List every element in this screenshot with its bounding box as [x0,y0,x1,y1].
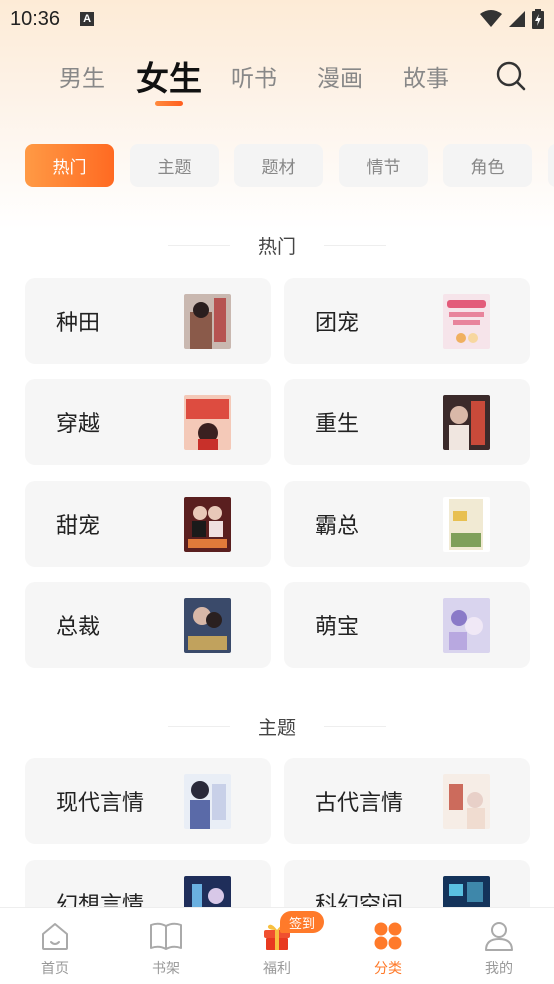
filter-chip-character[interactable]: 角色 [443,144,532,187]
category-card[interactable]: 重生 [284,379,530,465]
filter-chip-hot[interactable]: 热门 [25,144,114,187]
category-label: 甜宠 [56,514,101,539]
section-divider [167,244,230,246]
category-card[interactable]: 甜宠 [25,481,271,567]
section-title-hot: 热门 [0,230,554,260]
battery-icon [532,9,544,29]
category-icon [374,922,402,950]
filter-chip-plot[interactable]: 情节 [339,144,428,187]
signin-badge[interactable]: 签到 [280,911,324,933]
category-card[interactable]: 穿越 [25,379,271,465]
section-divider [324,725,386,727]
category-label: 种田 [56,311,101,336]
nav-rewards-label: 福利 [263,961,291,977]
nav-bookshelf[interactable]: 书架 [111,908,221,984]
category-label: 萌宝 [315,615,360,640]
filter-chips: 热门 主题 题材 情节 角色 [0,144,554,188]
nav-profile[interactable]: 我的 [444,908,554,984]
tab-audiobook[interactable]: 听书 [231,50,277,102]
category-cover [184,497,231,552]
category-label: 古代言情 [315,791,404,816]
category-card[interactable]: 现代言情 [25,758,271,844]
category-card[interactable]: 团宠 [284,278,530,364]
category-cover [443,395,490,450]
nav-category[interactable]: 分类 [333,908,443,984]
category-cover [443,497,490,552]
category-cover [443,294,490,349]
category-label: 总裁 [56,615,101,640]
status-time: 10:36 [10,7,61,30]
category-label: 重生 [315,412,360,437]
nav-home-label: 首页 [41,961,69,977]
filter-chip-theme[interactable]: 主题 [130,144,219,187]
category-cover [184,294,231,349]
profile-icon [485,922,513,951]
nav-category-label: 分类 [374,961,402,977]
filter-chip-more[interactable] [548,144,554,187]
home-icon [42,923,68,950]
search-button[interactable] [495,60,527,92]
signal-icon [509,11,525,27]
category-cover [443,774,490,829]
category-label: 霸总 [315,514,360,539]
category-card[interactable]: 古代言情 [284,758,530,844]
section-divider [324,244,386,246]
nav-profile-label: 我的 [485,961,513,977]
section-title-label: 热门 [257,235,296,258]
category-label: 团宠 [315,311,360,336]
category-cover [184,774,231,829]
bottom-nav: 首页 书架 福利 分类 我的 [0,907,554,984]
search-icon [496,61,526,91]
category-label: 穿越 [56,412,101,437]
category-cover [443,598,490,653]
tab-comics[interactable]: 漫画 [317,50,363,102]
category-card[interactable]: 萌宝 [284,582,530,668]
tab-stories[interactable]: 故事 [403,50,449,102]
book-icon [150,922,182,950]
tab-female[interactable]: 女生 [136,50,202,102]
wifi-icon [480,10,502,27]
category-card[interactable]: 种田 [25,278,271,364]
category-card[interactable]: 霸总 [284,481,530,567]
category-cover [184,395,231,450]
filter-chip-genre[interactable]: 题材 [234,144,323,187]
tab-male[interactable]: 男生 [59,50,105,102]
notification-icon: A [80,12,95,26]
section-divider [167,725,230,727]
channel-tabs: 男生 女生 听书 漫画 故事 [0,50,554,110]
section-title-theme: 主题 [0,711,554,741]
status-bar: 10:36 A [0,0,554,38]
category-cover [184,598,231,653]
category-card[interactable]: 总裁 [25,582,271,668]
section-title-label: 主题 [257,716,296,739]
category-label: 现代言情 [56,791,145,816]
nav-home[interactable]: 首页 [0,908,110,984]
active-tab-indicator [155,101,183,106]
nav-bookshelf-label: 书架 [152,961,180,977]
